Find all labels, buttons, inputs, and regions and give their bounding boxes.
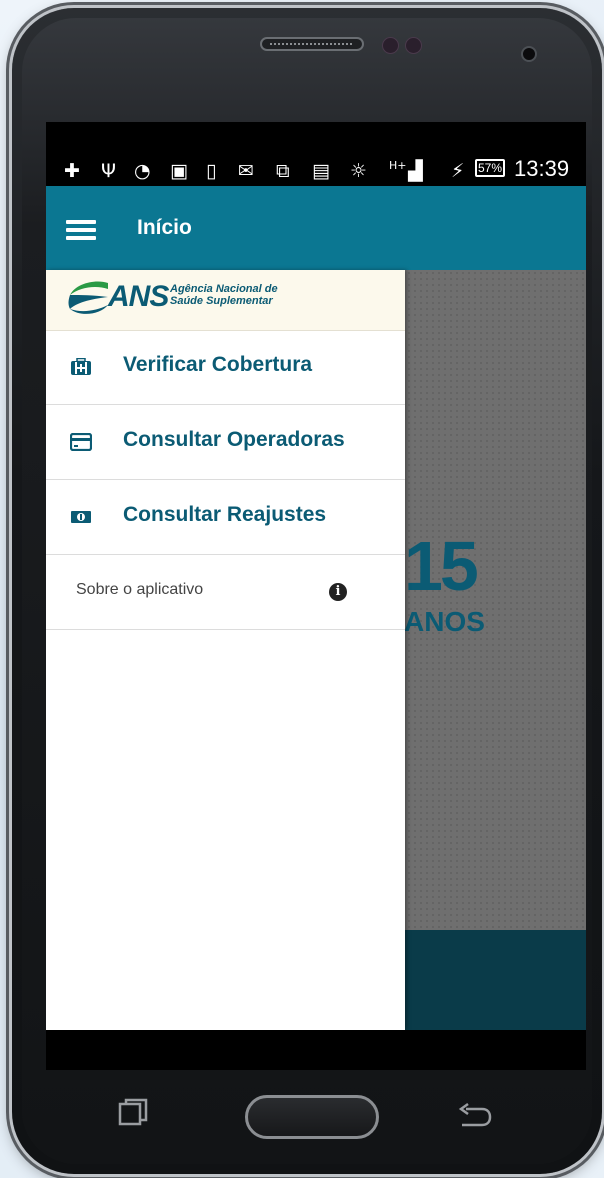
status-bar: ✚ Ψ ◔ ▣ ▯ ✉ ⧉ ▤ ☼ H+ ▟ ⚡ 57% 13:39	[46, 122, 586, 186]
drawer-header: ANS Agência Nacional de Saúde Suplementa…	[46, 270, 405, 331]
anniversary-word: ANOS	[404, 606, 485, 637]
info-icon: i	[329, 583, 347, 601]
home-button[interactable]	[245, 1095, 379, 1139]
anniversary-number: 15	[404, 527, 479, 605]
menu-item-consultar-reajustes[interactable]: Consultar Reajustes	[46, 480, 405, 555]
chat-icon: ▤	[312, 160, 330, 182]
screen-bottom-bar	[46, 1030, 586, 1070]
signal-icon: ▟	[408, 160, 423, 182]
messenger-icon: ◔	[134, 160, 151, 182]
menu-item-label: Consultar Reajustes	[123, 503, 327, 526]
front-camera	[521, 46, 537, 62]
menu-item-consultar-operadoras[interactable]: Consultar Operadoras	[46, 405, 405, 480]
page-title: Início	[137, 216, 192, 239]
usb-icon: Ψ	[101, 160, 116, 182]
ans-logo-subtitle: Agência Nacional de Saúde Suplementar	[170, 283, 278, 307]
image-icon: ▣	[170, 160, 188, 182]
ans-logo-text: ANS	[108, 280, 169, 313]
hamburger-icon[interactable]	[66, 220, 96, 240]
recent-apps-icon[interactable]	[118, 1098, 148, 1126]
app-bar: Início	[46, 186, 586, 270]
charging-icon: ⚡	[451, 160, 465, 182]
screen-icon: ▯	[206, 160, 217, 182]
ans-subtitle-line1: Agência Nacional de	[170, 283, 278, 295]
credit-card-icon	[70, 433, 92, 451]
money-icon	[71, 511, 91, 523]
battery-icon: 57%	[475, 159, 505, 177]
network-icon: H+	[389, 159, 407, 172]
cast-icon: ⧉	[276, 160, 290, 182]
medical-kit-icon	[71, 358, 91, 375]
ans-subtitle-line2: Saúde Suplementar	[170, 295, 273, 307]
back-icon[interactable]	[456, 1103, 492, 1129]
proximity-sensor	[382, 37, 399, 54]
menu-item-label: Consultar Operadoras	[123, 428, 345, 451]
menu-item-verificar-cobertura[interactable]: Verificar Cobertura	[46, 330, 405, 405]
navigation-drawer: ANS Agência Nacional de Saúde Suplementa…	[46, 270, 405, 1030]
gmail-icon: ✉	[238, 160, 254, 182]
light-sensor	[405, 37, 422, 54]
menu-item-sobre-o-aplicativo[interactable]: Sobre o aplicativo i	[46, 555, 405, 630]
about-label: Sobre o aplicativo	[76, 581, 204, 598]
earpiece-speaker	[260, 37, 364, 51]
menu-item-label: Verificar Cobertura	[123, 353, 313, 376]
device-screen: ✚ Ψ ◔ ▣ ▯ ✉ ⧉ ▤ ☼ H+ ▟ ⚡ 57% 13:39 Iníci…	[46, 122, 586, 1070]
add-icon: ✚	[64, 160, 80, 182]
status-time: 13:39	[514, 156, 570, 181]
light-bulb-icon: ☼	[350, 160, 368, 182]
